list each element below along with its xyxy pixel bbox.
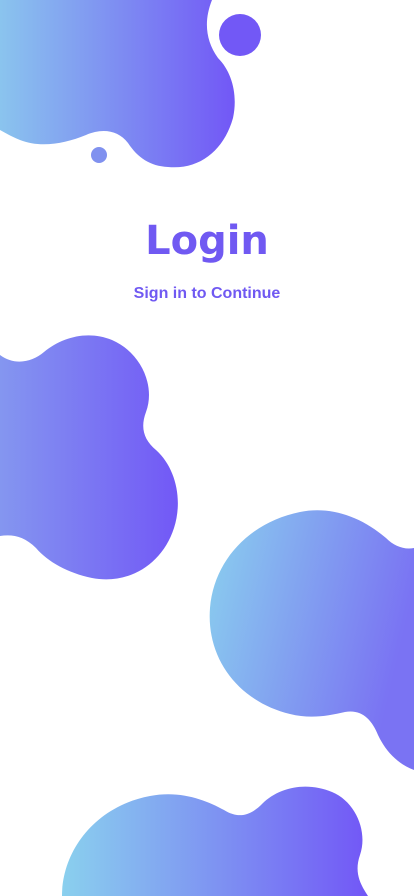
top-small-circle — [219, 14, 261, 56]
page-subtitle: Sign in to Continue — [133, 285, 281, 302]
bottom-blob — [62, 786, 368, 896]
tiny-dot — [91, 147, 107, 163]
login-screen: Login Sign in to Continue — [0, 0, 414, 896]
decorative-blobs — [0, 0, 414, 896]
middle-left-blob — [0, 335, 178, 580]
top-blob — [0, 0, 235, 168]
right-blob — [209, 510, 414, 770]
page-title: Login — [145, 218, 269, 264]
